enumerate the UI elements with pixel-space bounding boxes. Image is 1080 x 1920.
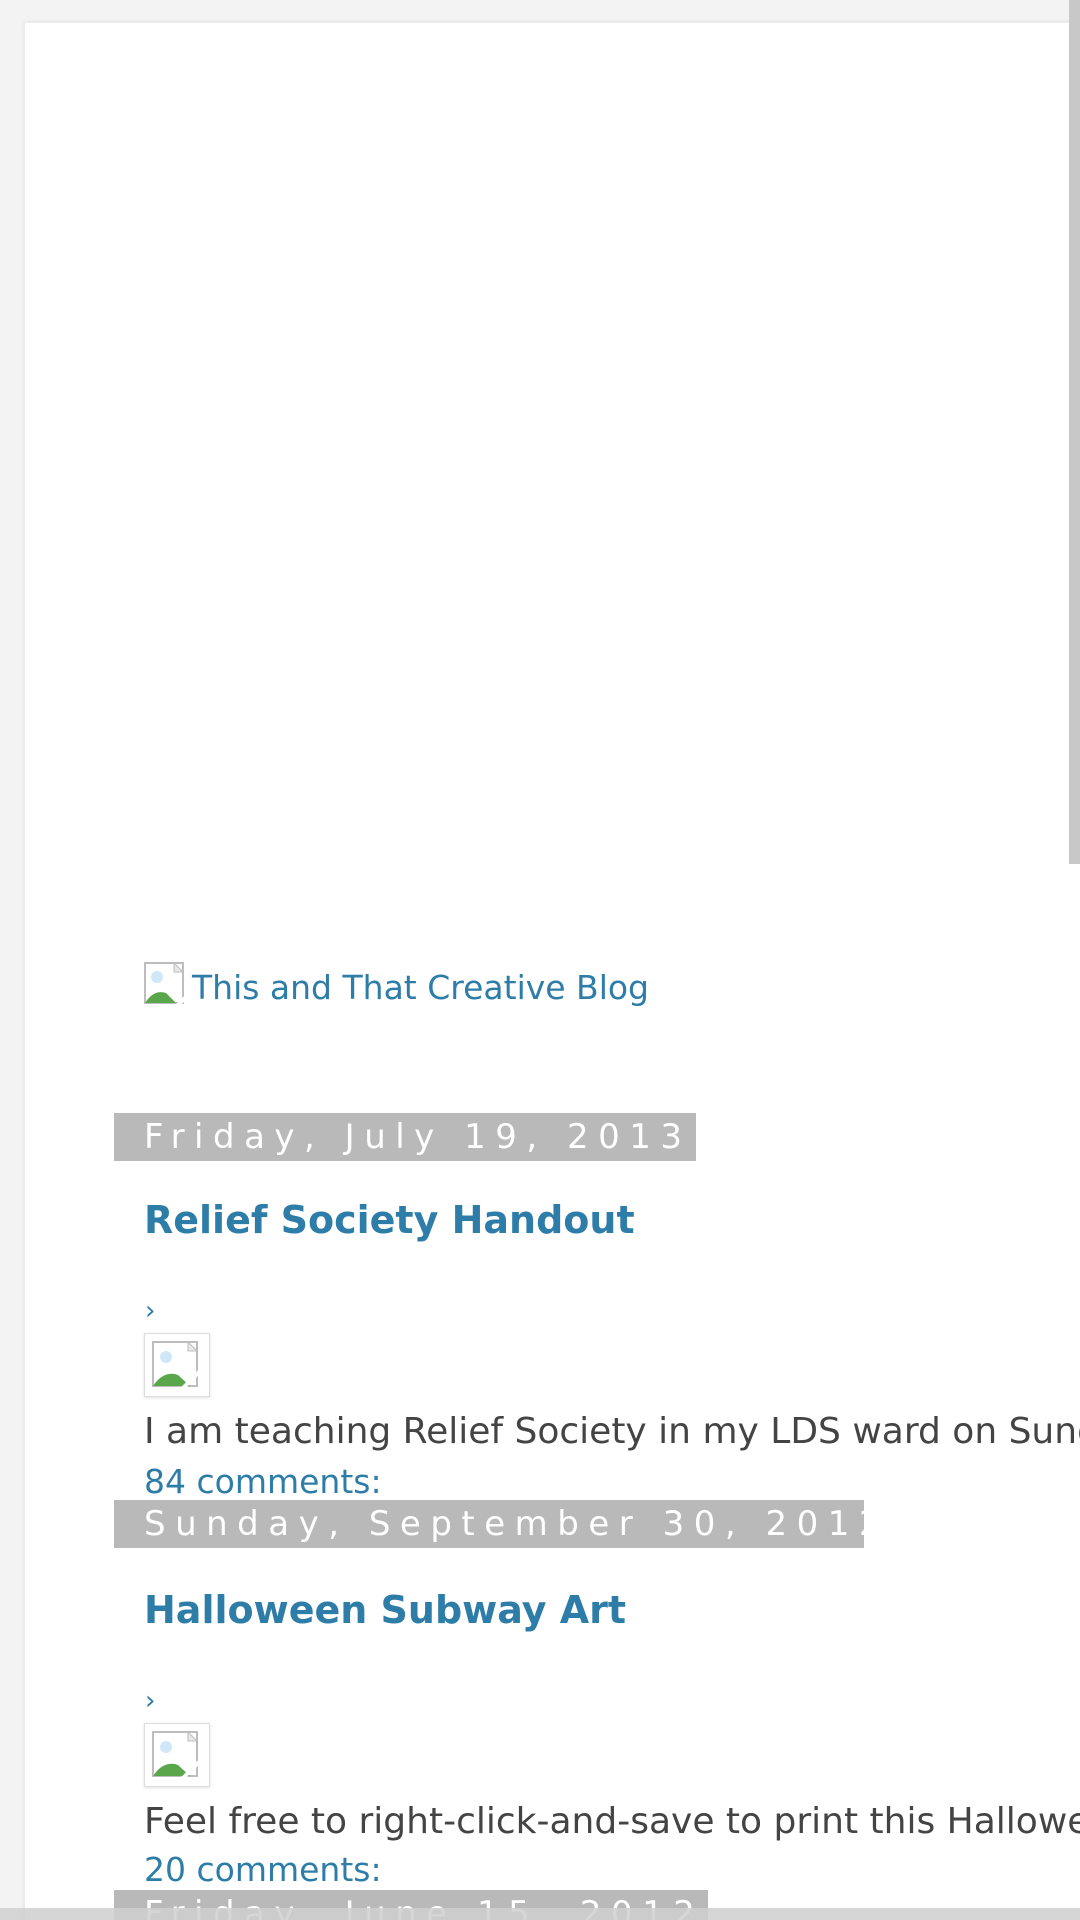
post-thumbnail[interactable] xyxy=(144,1333,210,1397)
post-snippet: I am teaching Relief Society in my LDS w… xyxy=(144,1411,1080,1452)
chevron-right-icon[interactable]: › xyxy=(145,1688,155,1714)
blog-header-link[interactable]: This and That Creative Blog xyxy=(144,962,649,1012)
blog-title-text: This and That Creative Blog xyxy=(192,967,650,1007)
post-title-link[interactable]: Relief Society Handout xyxy=(144,1198,635,1242)
comments-link[interactable]: 20 comments: xyxy=(144,1850,382,1890)
vertical-scrollbar[interactable] xyxy=(1069,0,1080,864)
post-thumbnail[interactable] xyxy=(144,1723,210,1787)
broken-image-icon xyxy=(152,1731,202,1779)
page-background: This and That Creative Blog Friday, July… xyxy=(0,0,1080,1920)
comments-link[interactable]: 84 comments: xyxy=(144,1462,382,1502)
broken-image-icon xyxy=(144,962,192,1012)
post-title-link[interactable]: Halloween Subway Art xyxy=(144,1588,626,1632)
broken-image-icon xyxy=(152,1341,202,1389)
horizontal-scrollbar[interactable] xyxy=(0,1908,1080,1920)
date-header: Sunday, September 30, 2012 xyxy=(114,1500,864,1548)
post-snippet: Feel free to right-click-and-save to pri… xyxy=(144,1801,1080,1842)
chevron-right-icon[interactable]: › xyxy=(145,1298,155,1324)
date-header: Friday, July 19, 2013 xyxy=(114,1113,696,1161)
